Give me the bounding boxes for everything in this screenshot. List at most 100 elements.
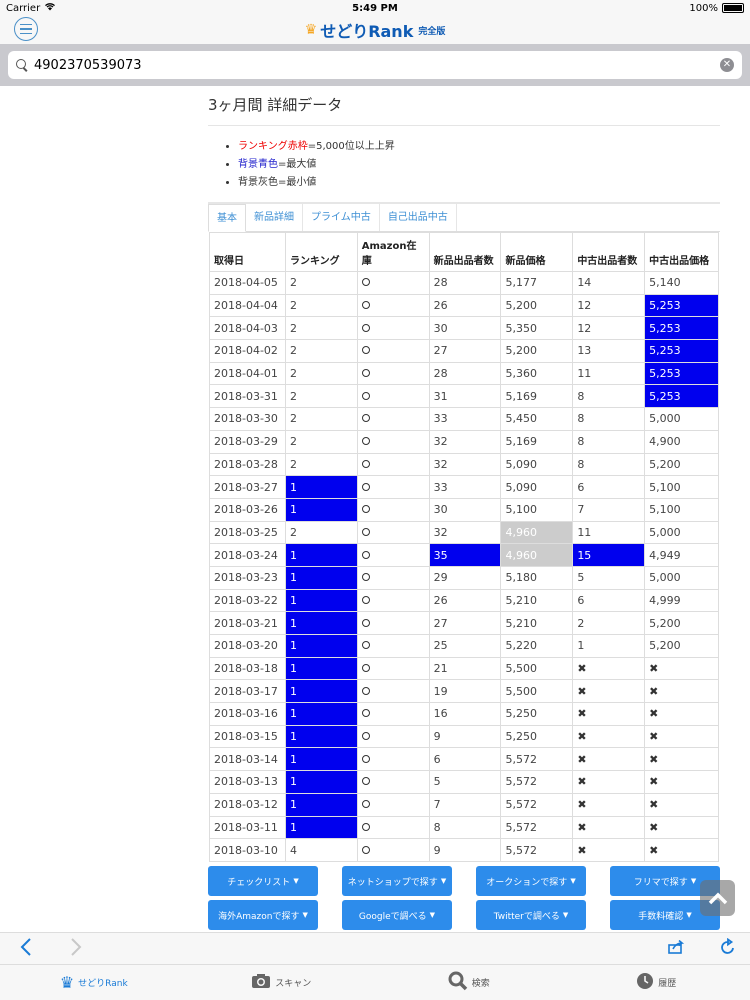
cell-ranking: 1: [284, 724, 358, 749]
cell-amazon-stock: [356, 702, 430, 726]
cell-date: 2018-03-30: [209, 407, 286, 431]
cell-value: 2018-03-23: [214, 571, 278, 585]
cross-icon: ✖: [649, 707, 659, 721]
cell-used-price: ✖: [644, 656, 719, 681]
cell-value: 2018-03-22: [214, 593, 278, 607]
back-arrow-icon[interactable]: [20, 937, 32, 962]
cell-date: 2018-04-01: [209, 361, 286, 386]
cell-used-price: 5,000: [644, 407, 719, 431]
tab-basic[interactable]: 基本: [208, 204, 246, 232]
cell-value: 1: [289, 593, 297, 607]
caret-down-icon: ▼: [562, 911, 569, 919]
circle-icon: [361, 595, 370, 604]
button-label: 海外Amazonで探す: [218, 911, 300, 922]
action-buttons: チェックリスト ▼ ネットショップで探す ▼ オークションで探す ▼ フリマで探す ▼ …: [208, 866, 720, 934]
tabbar-item-scan[interactable]: スキャン: [188, 965, 376, 1000]
tabbar-item-search[interactable]: 検索: [375, 965, 563, 1000]
legend-item: 背景青色=最大値: [238, 156, 720, 174]
cell-value: 26: [433, 299, 448, 313]
search-input[interactable]: [34, 57, 720, 73]
battery-icon: [722, 3, 744, 13]
cell-value: 2: [289, 276, 297, 290]
tabbar-item-history[interactable]: 履歴: [563, 965, 750, 1000]
cell-new-price: 5,210: [500, 611, 574, 635]
page-title: 3ヶ月間 詳細データ: [208, 86, 720, 126]
cell-new-sellers: 7: [428, 792, 502, 817]
cell-value: 5,100: [649, 503, 681, 517]
column-header: Amazon在庫: [356, 232, 430, 272]
cross-icon: ✖: [649, 684, 659, 698]
search-icon: [16, 59, 28, 71]
cell-value: 2018-03-30: [214, 412, 278, 426]
cell-value: 2018-03-24: [214, 548, 278, 562]
tabbar-item-sedori-rank[interactable]: ♛ せどりRank: [0, 965, 188, 1000]
cell-value: 2018-03-20: [214, 639, 278, 653]
cell-value: 13: [577, 344, 592, 358]
tab-prime-used[interactable]: プライム中古: [303, 204, 380, 231]
circle-icon: [361, 800, 370, 809]
cell-used-price: 5,253: [644, 293, 719, 318]
cell-used-price: ✖: [644, 679, 719, 704]
cell-amazon-stock: [356, 452, 430, 477]
netshop-search-button[interactable]: ネットショップで探す ▼: [342, 866, 452, 896]
cell-date: 2018-03-21: [209, 611, 286, 635]
twitter-search-button[interactable]: Twitterで調べる ▼: [476, 900, 586, 930]
cell-used-sellers: ✖: [572, 679, 646, 704]
cell-ranking: 1: [284, 543, 358, 567]
cell-value: 5,000: [649, 525, 681, 539]
cell-value: 2018-03-12: [214, 798, 278, 812]
tab-new-detail[interactable]: 新品詳細: [246, 204, 303, 231]
cell-value: 8: [577, 435, 585, 449]
table-row: 2018-03-29 2 32 5,169 8 4,900: [209, 429, 719, 454]
cell-value: 9: [433, 730, 441, 744]
cell-used-price: 5,000: [644, 565, 719, 590]
cell-value: 12: [577, 321, 592, 335]
cell-value: 5: [433, 775, 441, 789]
cell-new-price: 5,200: [500, 293, 574, 318]
cell-value: 31: [433, 389, 448, 403]
cell-value: 5,253: [649, 367, 681, 381]
cell-value: 9: [433, 843, 441, 857]
reload-icon[interactable]: [720, 937, 736, 961]
cell-value: 7: [433, 798, 441, 812]
table-row: 2018-04-01 2 28 5,360 11 5,253: [209, 361, 719, 386]
cell-used-sellers: ✖: [572, 770, 646, 794]
cell-new-price: 5,250: [500, 724, 574, 749]
auction-search-button[interactable]: オークションで探す ▼: [476, 866, 586, 896]
caret-down-icon: ▼: [570, 877, 576, 885]
cell-new-sellers: 26: [428, 293, 502, 318]
cell-used-price: 5,100: [644, 497, 719, 522]
cell-value: 2: [289, 435, 297, 449]
overseas-amazon-button[interactable]: 海外Amazonで探す ▼: [208, 900, 318, 930]
cell-value: 2018-03-14: [214, 752, 278, 766]
cell-value: 26: [433, 593, 448, 607]
cell-ranking: 1: [284, 565, 358, 590]
cell-date: 2018-03-10: [209, 838, 286, 862]
forward-arrow-icon[interactable]: [70, 937, 82, 962]
cell-date: 2018-04-03: [209, 316, 286, 341]
scroll-top-chevron-up-icon[interactable]: [700, 880, 735, 916]
cell-used-price: 5,253: [644, 384, 719, 409]
circle-icon: [361, 709, 370, 718]
cell-value: 2: [289, 389, 297, 403]
cell-value: 5,450: [505, 412, 537, 426]
cell-date: 2018-04-04: [209, 293, 286, 318]
tab-self-used[interactable]: 自己出品中古: [380, 204, 457, 231]
clear-icon[interactable]: ✕: [720, 58, 734, 72]
cell-value: 30: [433, 503, 448, 517]
hamburger-menu-icon[interactable]: [14, 17, 38, 41]
cell-new-sellers: 32: [428, 520, 502, 545]
cell-new-sellers: 29: [428, 565, 502, 590]
table-row: 2018-04-02 2 27 5,200 13 5,253: [209, 339, 719, 363]
cell-value: 2: [289, 367, 297, 381]
google-search-button[interactable]: Googleで調べる ▼: [342, 900, 452, 930]
table-body: 2018-04-05 2 28 5,177 14 5,140 2018-04-04 2 26 5,…: [209, 271, 719, 862]
circle-icon: [361, 618, 370, 627]
caret-down-icon: ▼: [429, 911, 436, 919]
share-icon[interactable]: [668, 939, 685, 958]
cell-value: 2018-03-13: [214, 775, 278, 789]
cell-used-sellers: ✖: [572, 724, 646, 749]
cell-value: 11: [577, 367, 592, 381]
cell-new-price: 5,200: [500, 339, 574, 363]
checklist-button[interactable]: チェックリスト ▼: [208, 866, 318, 896]
